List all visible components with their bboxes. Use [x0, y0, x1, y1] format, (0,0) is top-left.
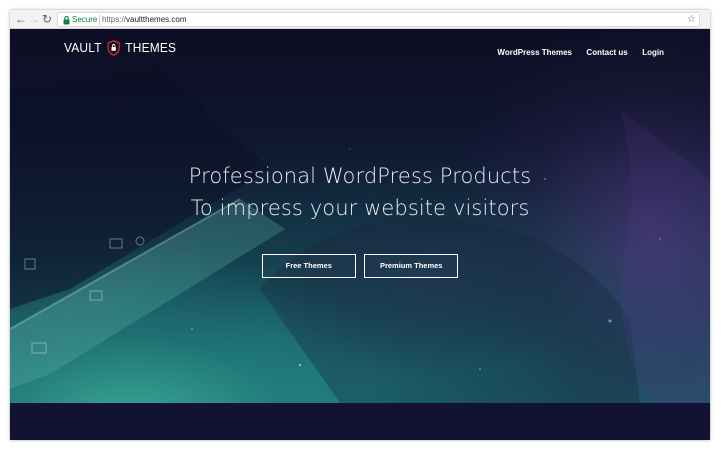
hero-headline: Professional WordPress Products To impre… [10, 160, 710, 224]
star-icon[interactable]: ☆ [687, 13, 696, 26]
back-button[interactable]: ← [14, 12, 28, 26]
next-section-band [10, 403, 710, 440]
hero-headline-line1: Professional WordPress Products [188, 164, 532, 188]
address-bar[interactable]: Secure https://vaultthemes.com ☆ [57, 12, 700, 27]
nav-login[interactable]: Login [642, 47, 664, 59]
nav-contact-us[interactable]: Contact us [586, 47, 627, 59]
site-logo[interactable]: VAULT THEMES [64, 39, 177, 57]
premium-themes-button[interactable]: Premium Themes [364, 254, 459, 278]
forward-button[interactable]: → [27, 12, 41, 26]
logo-text-right: THEMES [125, 40, 177, 55]
url-host: vaultthemes.com [126, 15, 187, 24]
page-viewport: VAULT THEMES WordPress Themes Contact us… [10, 29, 710, 440]
url-scheme: https:// [102, 15, 127, 24]
main-nav: WordPress Themes Contact us Login [487, 42, 664, 57]
reload-icon: ↻ [41, 12, 53, 26]
lock-icon [63, 16, 70, 25]
free-themes-button[interactable]: Free Themes [261, 254, 356, 278]
cta-group: Free Themes Premium Themes [10, 254, 710, 278]
hero-section: VAULT THEMES WordPress Themes Contact us… [10, 29, 710, 403]
browser-window: ← → ↻ Secure https://vaultthemes.com ☆ V… [10, 10, 710, 440]
arrow-right-icon: → [28, 12, 40, 26]
reload-button[interactable]: ↻ [40, 12, 54, 26]
arrow-left-icon: ← [15, 12, 27, 26]
browser-toolbar: ← → ↻ Secure https://vaultthemes.com ☆ [10, 10, 710, 29]
shield-lock-icon [107, 39, 120, 57]
address-divider [99, 15, 100, 25]
logo-text-left: VAULT [64, 40, 102, 55]
secure-label: Secure [72, 15, 98, 24]
url-text[interactable]: https://vaultthemes.com [102, 14, 186, 26]
nav-wordpress-themes[interactable]: WordPress Themes [497, 47, 572, 59]
hero-headline-line2: To impress your website visitors [190, 196, 530, 220]
